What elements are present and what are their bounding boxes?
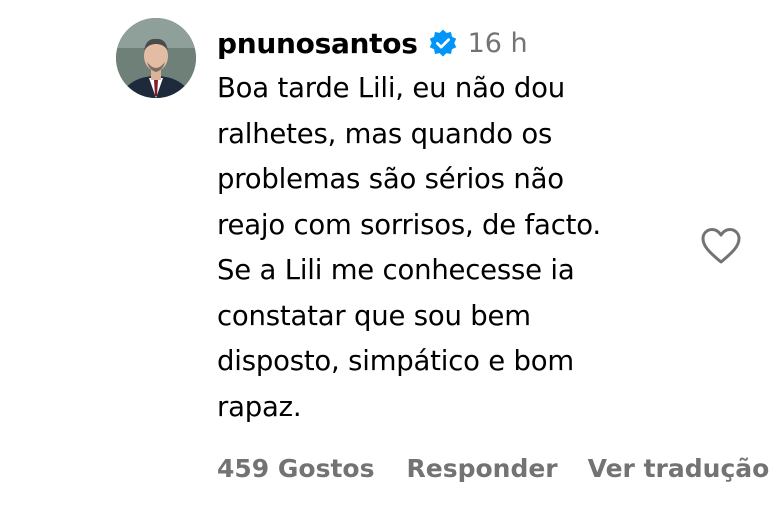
see-translation-button[interactable]: Ver tradução [588,454,770,483]
heart-outline-icon [701,228,741,264]
reply-button[interactable]: Responder [406,454,557,483]
avatar-image [116,18,196,98]
like-button[interactable] [700,226,742,266]
username[interactable]: pnunosantos [217,27,418,60]
likes-count[interactable]: 459 Gostos [217,454,374,483]
verified-badge-icon [428,28,458,58]
comment: pnunosantos 16 h Boa tarde Lili, eu não … [0,0,781,519]
comment-header: pnunosantos 16 h [217,22,528,64]
avatar[interactable] [116,18,196,98]
comment-text: Boa tarde Lili, eu não dou ralhetes, mas… [217,72,601,423]
comment-actions: 459 Gostos Responder Ver tradução [217,448,769,488]
timestamp[interactable]: 16 h [468,28,528,59]
